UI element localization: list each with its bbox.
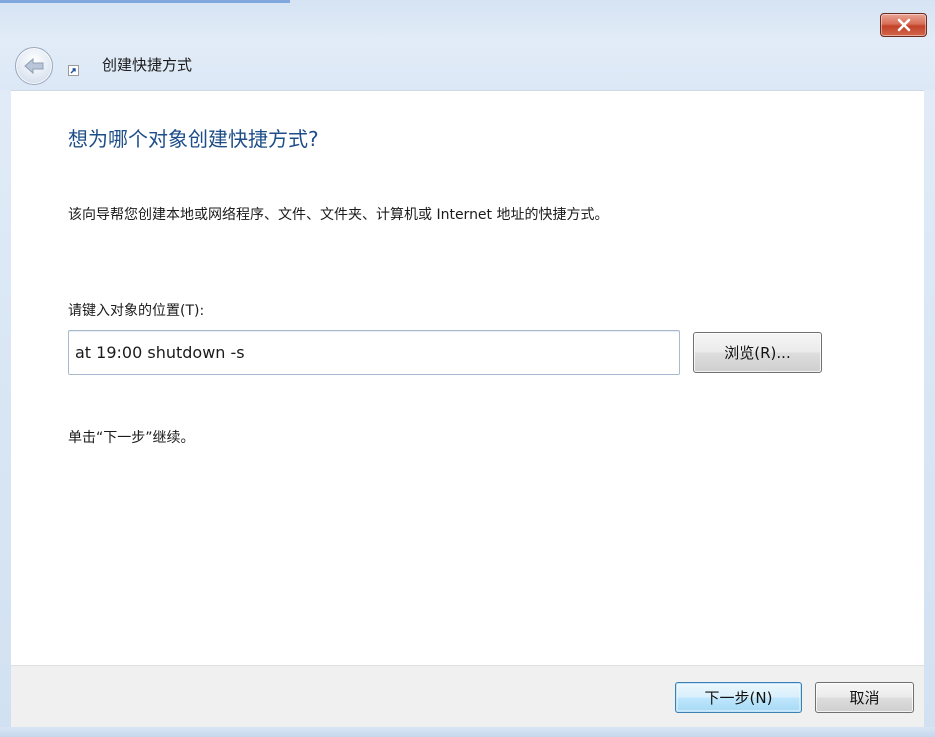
browse-button[interactable]: 浏览(R)... [693, 332, 822, 373]
create-shortcut-window: 创建快捷方式 想为哪个对象创建快捷方式? 该向导帮您创建本地或网络程序、文件、文… [0, 0, 935, 737]
title-bar-accent [0, 0, 290, 3]
wizard-content: 想为哪个对象创建快捷方式? 该向导帮您创建本地或网络程序、文件、文件夹、计算机或… [11, 90, 924, 665]
close-icon [897, 18, 910, 32]
title-bar: 创建快捷方式 [0, 0, 935, 90]
back-button[interactable] [15, 47, 53, 85]
window-bottom-frame [0, 727, 935, 737]
wizard-description: 该向导帮您创建本地或网络程序、文件、文件夹、计算机或 Internet 地址的快… [68, 207, 609, 223]
location-input[interactable] [68, 330, 680, 375]
wizard-footer: 下一步(N) 取消 [11, 665, 924, 727]
page-heading: 想为哪个对象创建快捷方式? [68, 127, 319, 151]
back-arrow-icon [24, 57, 44, 75]
close-button[interactable] [880, 13, 927, 37]
next-button[interactable]: 下一步(N) [675, 682, 802, 713]
location-label: 请键入对象的位置(T): [68, 303, 205, 319]
continue-hint: 单击“下一步”继续。 [68, 430, 195, 446]
shortcut-icon [68, 65, 79, 76]
window-title: 创建快捷方式 [102, 56, 193, 74]
cancel-button[interactable]: 取消 [815, 682, 914, 713]
